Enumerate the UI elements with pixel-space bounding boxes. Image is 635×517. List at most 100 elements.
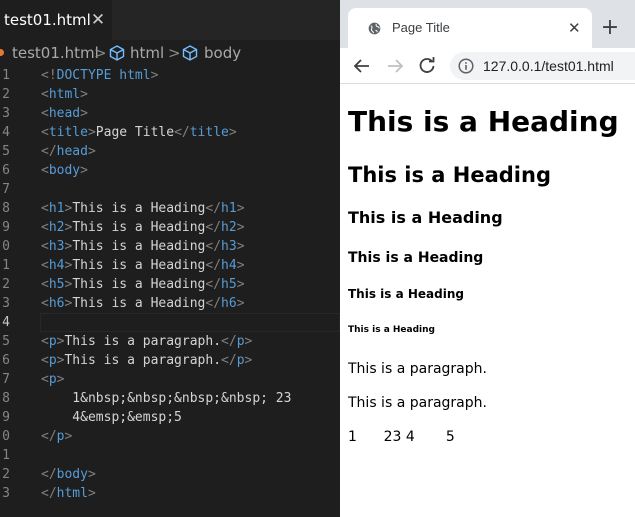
code-line[interactable]: 1 <h4>This is a Heading</h4>	[0, 256, 340, 275]
code-token: This is a paragraph.	[64, 334, 222, 349]
line-number: 2	[2, 87, 10, 102]
code-token: >	[87, 467, 96, 482]
code-token: <	[41, 125, 49, 140]
code-token: This is a Heading	[72, 296, 206, 311]
line-number: 8	[2, 391, 10, 406]
url-text[interactable]: 127.0.0.1/test01.html	[483, 52, 614, 80]
code-token: >	[236, 258, 245, 273]
code-line[interactable]: 6 <p>This is a paragraph.</p>	[0, 351, 340, 370]
code-line[interactable]: 7 <p>	[0, 370, 340, 389]
heading-h3: This is a Heading	[348, 208, 503, 227]
code-token: >	[87, 125, 96, 140]
code-line[interactable]: 3 <h6>This is a Heading</h6>	[0, 294, 340, 313]
code-token: >	[80, 87, 88, 102]
breadcrumb-separator: >	[168, 44, 181, 62]
line-number: 6	[2, 353, 10, 368]
code-editor[interactable]: test01.html ✕ test01.html > html > body …	[0, 0, 340, 517]
code-text: <h2>This is a Heading</h2>	[41, 218, 245, 237]
address-bar[interactable]: 127.0.0.1/test01.html	[450, 52, 635, 80]
breadcrumb-html[interactable]: html	[130, 40, 164, 66]
line-number: 0	[2, 239, 10, 254]
code-line[interactable]: 8 <h1>This is a Heading</h1>	[0, 199, 340, 218]
code-token: </	[205, 296, 222, 311]
code-token: </	[205, 239, 222, 254]
browser-tab[interactable]: Page Title ✕	[348, 8, 592, 48]
browser-tab-title: Page Title	[392, 20, 450, 35]
back-arrow-icon[interactable]	[349, 53, 375, 79]
code-line[interactable]: 1	[0, 446, 340, 465]
code-token: h3	[221, 239, 237, 254]
code-token: Page Title	[95, 125, 175, 140]
code-token: This is a Heading	[72, 201, 206, 216]
breadcrumb: test01.html > html > body	[0, 40, 340, 66]
breadcrumb-file[interactable]: test01.html	[12, 40, 99, 66]
line-number: 4	[2, 315, 10, 330]
code-line[interactable]: 3 <head>	[0, 104, 340, 123]
code-line[interactable]: 0 </p>	[0, 427, 340, 446]
code-line[interactable]: 5 <p>This is a paragraph.</p>	[0, 332, 340, 351]
code-token: <	[41, 334, 49, 349]
code-line[interactable]: 5 </head>	[0, 142, 340, 161]
info-icon[interactable]	[458, 58, 474, 74]
code-line[interactable]: 7	[0, 180, 340, 199]
code-token: </	[174, 125, 190, 140]
reload-icon[interactable]	[414, 53, 440, 79]
code-token: h2	[221, 220, 237, 235]
code-token: <	[41, 239, 49, 254]
code-line[interactable]: 4 <title>Page Title</title>	[0, 123, 340, 142]
code-token: html	[48, 87, 81, 102]
code-line[interactable]: 9 <h2>This is a Heading</h2>	[0, 218, 340, 237]
code-text: <body>	[41, 161, 88, 180]
code-token: h6	[48, 296, 65, 311]
paragraph-spaced-numbers: 1 23 4 5	[348, 429, 455, 445]
code-area[interactable]: 1 <!DOCTYPE html> 2 <html> 3 <head> 4 <title>Pa…	[0, 66, 340, 503]
line-number: 3	[2, 486, 10, 501]
line-number: 8	[2, 201, 10, 216]
code-text: 4&emsp;&emsp;5	[41, 408, 182, 427]
breadcrumb-body[interactable]: body	[204, 40, 241, 66]
code-token: <	[41, 296, 49, 311]
line-number: 1	[2, 258, 10, 273]
code-line[interactable]: 2 <html>	[0, 85, 340, 104]
code-token: h1	[221, 201, 237, 216]
line-number: 9	[2, 220, 10, 235]
code-token: >	[80, 106, 88, 121]
code-line[interactable]: 8 1&nbsp;&nbsp;&nbsp;&nbsp; 23	[0, 389, 340, 408]
code-text: <p>	[41, 370, 64, 389]
line-number: 5	[2, 144, 10, 159]
heading-h5: This is a Heading	[348, 287, 464, 301]
browser-toolbar: 127.0.0.1/test01.html	[340, 48, 635, 84]
current-line-highlight	[40, 313, 340, 332]
line-number: 9	[2, 410, 10, 425]
close-icon[interactable]: ✕	[568, 8, 581, 48]
code-text: <title>Page Title</title>	[41, 123, 237, 142]
editor-tab-test01[interactable]: test01.html ✕	[0, 0, 112, 40]
heading-h6: This is a Heading	[348, 325, 435, 335]
code-token: head	[48, 106, 81, 121]
code-token: </	[41, 486, 57, 501]
code-line[interactable]: 2 </body>	[0, 465, 340, 484]
code-text: <!DOCTYPE html>	[41, 66, 158, 85]
forward-arrow-icon[interactable]	[382, 53, 408, 79]
new-tab-button[interactable]: +	[598, 14, 622, 42]
code-token: title	[48, 125, 88, 140]
line-number: 4	[2, 125, 10, 140]
code-line[interactable]: 4	[0, 313, 340, 332]
code-line[interactable]: 9 4&emsp;&emsp;5	[0, 408, 340, 427]
code-token: <	[41, 201, 49, 216]
code-token: h4	[48, 258, 65, 273]
browser-tab-strip: Page Title ✕ +	[340, 0, 635, 48]
paragraph: This is a paragraph.	[348, 395, 487, 411]
code-line[interactable]: 1 <!DOCTYPE html>	[0, 66, 340, 85]
code-token: h2	[48, 220, 65, 235]
code-line[interactable]: 6 <body>	[0, 161, 340, 180]
code-token: <	[41, 277, 49, 292]
line-number: 2	[2, 467, 10, 482]
code-text: <h4>This is a Heading</h4>	[41, 256, 245, 275]
code-line[interactable]: 3 </html>	[0, 484, 340, 503]
code-line[interactable]: 0 <h3>This is a Heading</h3>	[0, 237, 340, 256]
code-line[interactable]: 2 <h5>This is a Heading</h5>	[0, 275, 340, 294]
code-text: </p>	[41, 427, 72, 446]
code-token: p	[48, 334, 57, 349]
close-icon[interactable]: ✕	[90, 0, 106, 40]
